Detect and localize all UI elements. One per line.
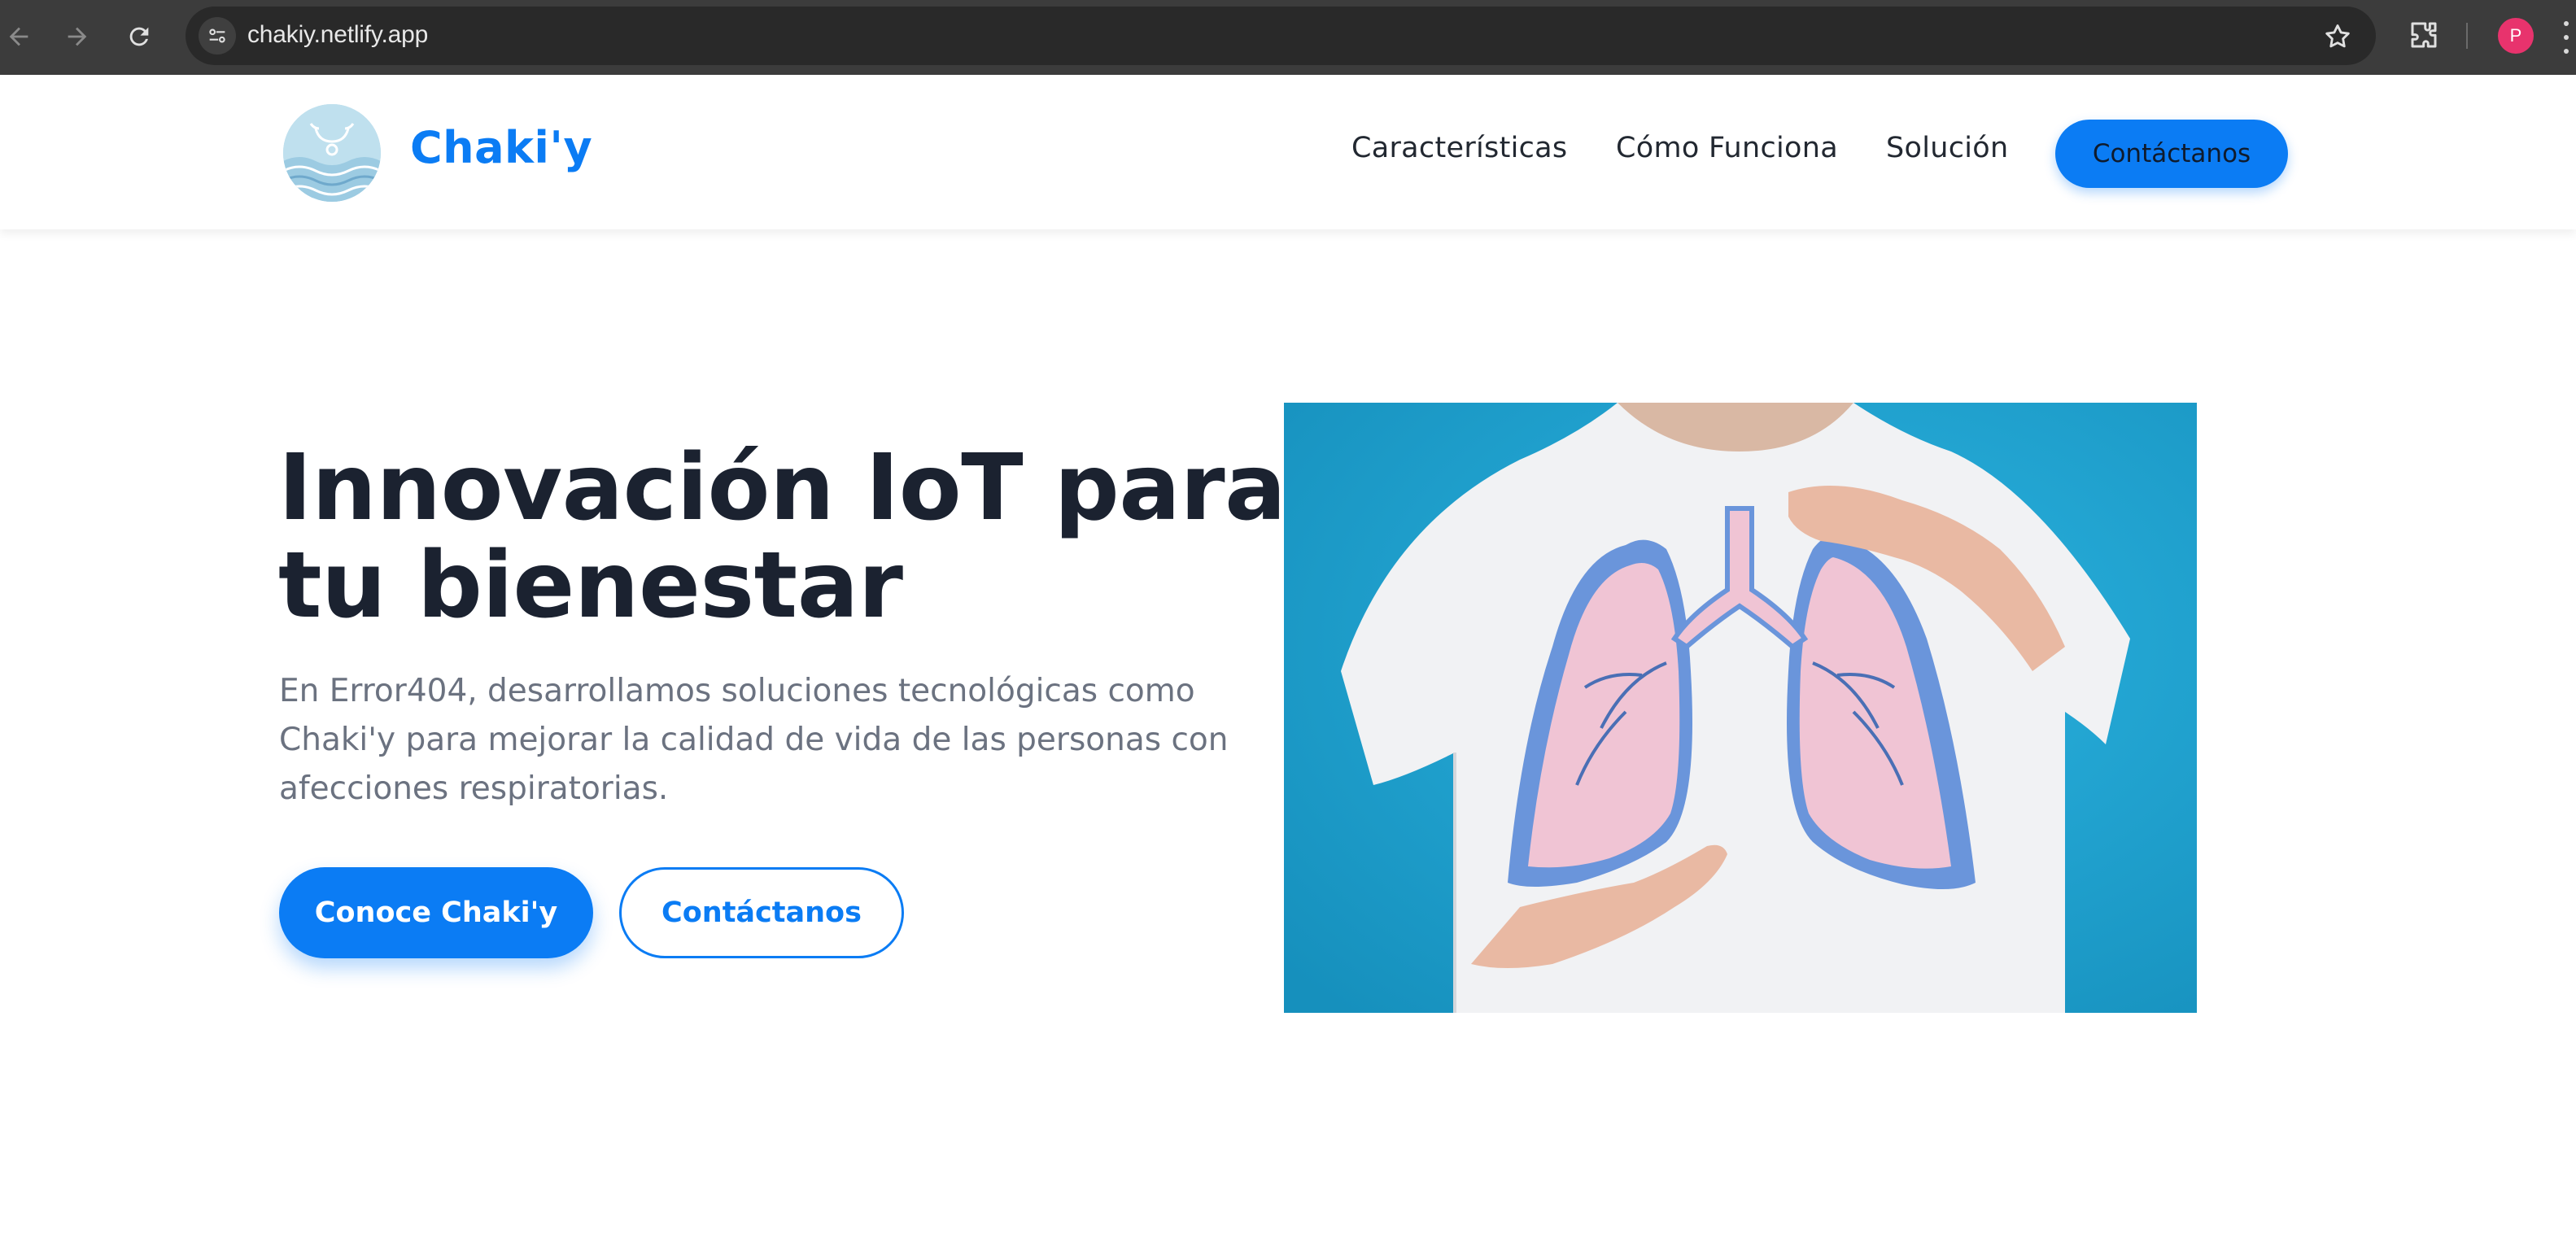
- hero-image-lungs: [1284, 403, 2197, 1013]
- forward-button[interactable]: [59, 18, 96, 55]
- profile-avatar[interactable]: P: [2498, 18, 2534, 54]
- nav-link-como-funciona[interactable]: Cómo Funciona: [1616, 132, 1838, 164]
- menu-icon[interactable]: [2563, 21, 2569, 54]
- toolbar-separator: [2466, 23, 2468, 49]
- nav-link-caracteristicas[interactable]: Características: [1351, 132, 1567, 164]
- hero-description: En Error404, desarrollamos soluciones te…: [279, 673, 1229, 807]
- contact-button-header[interactable]: Contáctanos: [2055, 120, 2288, 188]
- url-text[interactable]: chakiy.netlify.app: [247, 21, 428, 49]
- extensions-icon[interactable]: [2407, 18, 2441, 52]
- site-header: Chaki'y Características Cómo Funciona So…: [0, 75, 2576, 229]
- logo-icon[interactable]: [283, 104, 381, 202]
- forward-arrow-icon: [68, 27, 87, 46]
- browser-toolbar: chakiy.netlify.app P: [0, 0, 2576, 75]
- brand-name[interactable]: Chaki'y: [410, 122, 592, 173]
- hero-title-line2: tu bienestar: [278, 533, 903, 639]
- site-info-icon: [209, 28, 225, 43]
- reload-icon: [129, 27, 149, 46]
- reload-button[interactable]: [120, 18, 158, 55]
- site-info-button[interactable]: [199, 17, 236, 55]
- bookmark-star-icon[interactable]: [2322, 21, 2353, 52]
- address-bar[interactable]: chakiy.netlify.app: [186, 7, 2376, 65]
- back-button[interactable]: [0, 18, 37, 55]
- hero-title-line1: Innovación IoT para: [278, 435, 1286, 541]
- nav-link-solucion[interactable]: Solución: [1886, 132, 2009, 164]
- conoce-chakiy-button[interactable]: Conoce Chaki'y: [279, 867, 593, 958]
- contact-button-hero[interactable]: Contáctanos: [619, 867, 904, 958]
- hero-title: Innovación IoT para tu bienestar: [278, 439, 1295, 635]
- back-arrow-icon: [9, 27, 28, 46]
